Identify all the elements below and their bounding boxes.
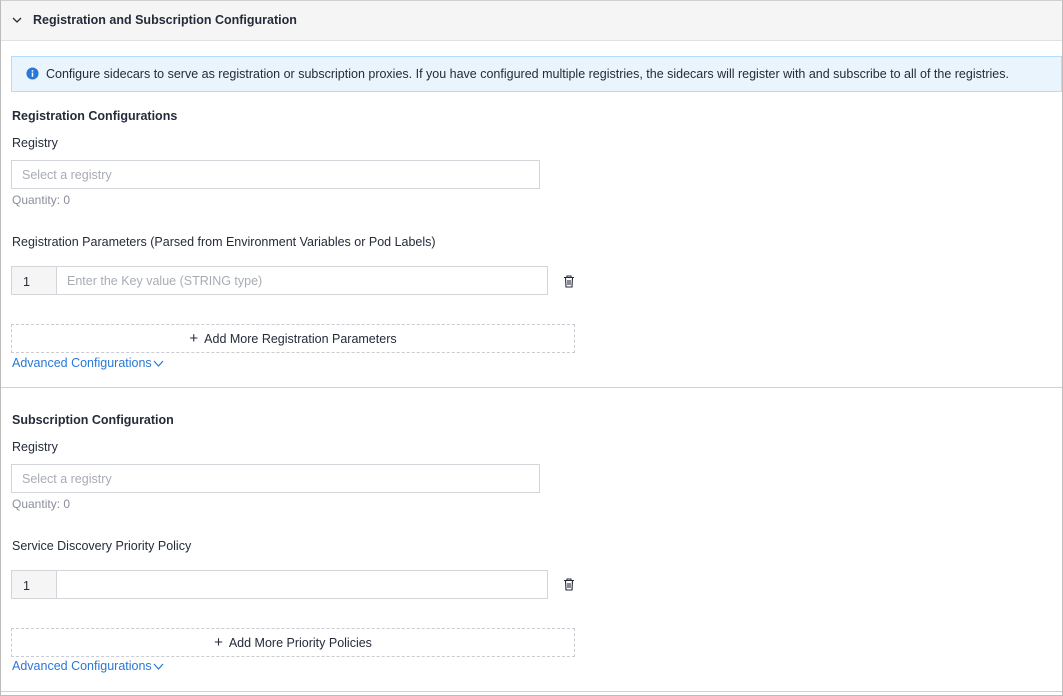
subscription-registry-placeholder: Select a registry — [22, 472, 112, 486]
row-index-value: 1 — [23, 579, 30, 593]
subscription-section-title: Subscription Configuration — [12, 413, 174, 427]
row-index: 1 — [12, 571, 57, 598]
registration-registry-label: Registry — [12, 136, 58, 150]
add-registration-parameters-button[interactable]: + Add More Registration Parameters — [11, 324, 575, 353]
add-registration-parameters-label: Add More Registration Parameters — [204, 332, 397, 346]
priority-policy-row: 1 — [11, 570, 548, 599]
row-index-value: 1 — [23, 275, 30, 289]
registration-quantity: Quantity: 0 — [12, 193, 71, 207]
subscription-registry-label: Registry — [12, 440, 58, 454]
panel-header[interactable]: Registration and Subscription Configurat… — [1, 1, 1062, 41]
add-priority-policies-label: Add More Priority Policies — [228, 636, 372, 650]
panel-title: Registration and Subscription Configurat… — [33, 13, 297, 27]
trash-icon[interactable] — [563, 275, 575, 288]
plus-icon: + — [189, 330, 199, 347]
section-divider — [1, 387, 1062, 388]
subscription-quantity: Quantity: 0 — [12, 497, 71, 511]
advanced-configurations-label: Advanced Configurations — [12, 356, 152, 370]
registration-registry-select[interactable]: Select a registry — [11, 160, 540, 189]
priority-policy-label: Service Discovery Priority Policy — [12, 539, 192, 553]
chevron-down-icon — [153, 360, 164, 367]
trash-icon[interactable] — [563, 578, 575, 591]
registration-param-row: 1 Enter the Key value (STRING type) — [11, 266, 548, 295]
key-value-input[interactable]: Enter the Key value (STRING type) — [67, 274, 262, 288]
plus-icon: + — [214, 634, 223, 651]
row-index: 1 — [12, 267, 57, 294]
bottom-divider — [1, 691, 1062, 692]
registration-registry-placeholder: Select a registry — [22, 168, 112, 182]
registration-params-label: Registration Parameters (Parsed from Env… — [12, 235, 436, 249]
chevron-down-icon[interactable] — [11, 14, 23, 26]
config-panel: Registration and Subscription Configurat… — [0, 0, 1063, 696]
advanced-configurations-label: Advanced Configurations — [12, 659, 152, 673]
chevron-down-icon — [153, 663, 164, 670]
registration-section-title: Registration Configurations — [12, 109, 178, 123]
info-banner: Configure sidecars to serve as registrat… — [11, 56, 1062, 92]
info-icon — [26, 67, 39, 80]
subscription-advanced-configurations-link[interactable]: Advanced Configurations — [12, 659, 164, 673]
subscription-registry-select[interactable]: Select a registry — [11, 464, 540, 493]
add-priority-policies-button[interactable]: + Add More Priority Policies — [11, 628, 575, 657]
info-text: Configure sidecars to serve as registrat… — [46, 67, 1009, 81]
registration-advanced-configurations-link[interactable]: Advanced Configurations — [12, 356, 164, 370]
